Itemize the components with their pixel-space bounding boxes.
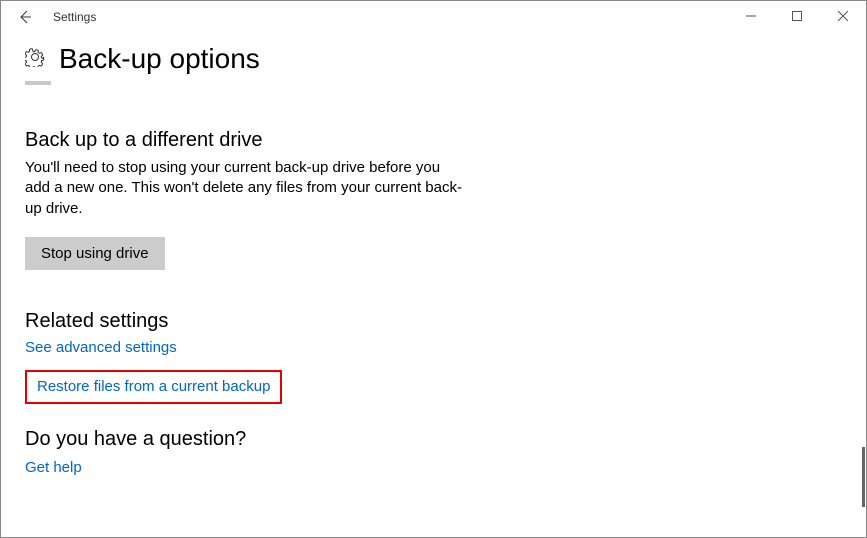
question-heading: Do you have a question? [25,428,842,451]
see-advanced-settings-link[interactable]: See advanced settings [25,339,177,356]
titlebar: Settings [1,1,866,33]
close-button[interactable] [820,1,866,31]
restore-link-highlight: Restore files from a current backup [25,370,282,404]
restore-files-link[interactable]: Restore files from a current backup [37,378,270,395]
close-icon [838,11,848,21]
maximize-button[interactable] [774,1,820,31]
app-title: Settings [53,10,96,24]
content-area: Back-up options Back up to a different d… [1,33,866,514]
maximize-icon [792,11,802,21]
arrow-left-icon [17,9,33,25]
minimize-button[interactable] [728,1,774,31]
gear-icon [25,47,45,72]
back-button[interactable] [9,1,41,33]
window-controls [728,1,866,31]
stop-using-drive-button[interactable]: Stop using drive [25,237,165,270]
get-help-link[interactable]: Get help [25,459,82,476]
minimize-icon [746,11,756,21]
page-title: Back-up options [59,43,260,75]
backup-description: You'll need to stop using your current b… [25,158,465,219]
scrollbar-thumb[interactable] [862,447,865,507]
page-header: Back-up options [25,43,842,75]
related-settings-heading: Related settings [25,310,842,333]
title-underline [25,81,51,85]
backup-heading: Back up to a different drive [25,129,842,152]
